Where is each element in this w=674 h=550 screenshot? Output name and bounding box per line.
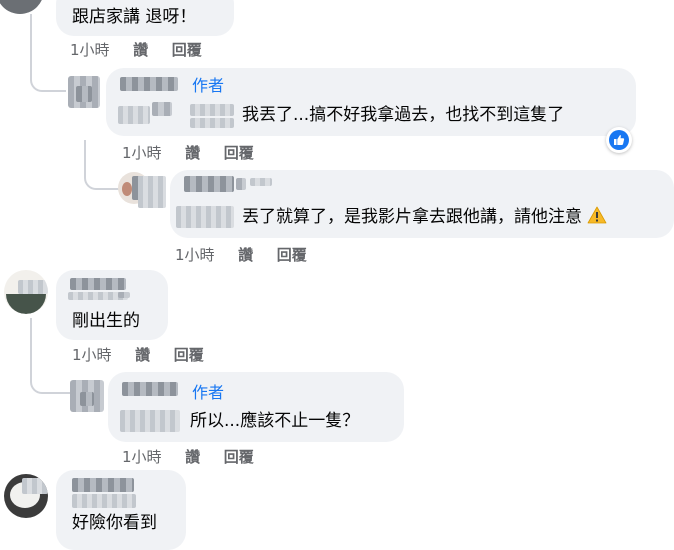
comment-actions: 1小時 讚 回覆 (122, 448, 254, 466)
mention-tag[interactable] (120, 410, 180, 432)
reply-button[interactable]: 回覆 (277, 246, 307, 264)
avatar-overlay (138, 176, 166, 208)
comment-actions: 1小時 讚 回覆 (72, 346, 204, 364)
comment-bubble: 剛出生的 (56, 270, 168, 340)
comment-text: 所以...應該不止一隻？ (190, 411, 360, 431)
comment-actions: 1小時 讚 回覆 (175, 246, 307, 264)
author-name[interactable] (70, 278, 126, 290)
like-button[interactable]: 讚 (133, 41, 148, 59)
author-badge: 作者 (192, 76, 225, 95)
comment-timestamp[interactable]: 1小時 (122, 144, 162, 162)
comment-text: 跟店家講 退呀！ (72, 7, 197, 27)
comment-timestamp[interactable]: 1小時 (175, 246, 215, 264)
reply-button[interactable]: 回覆 (174, 346, 204, 364)
comment-bubble: 好險你看到 (56, 470, 186, 550)
comment-timestamp[interactable]: 1小時 (70, 41, 110, 59)
avatar[interactable] (68, 76, 100, 108)
author-name[interactable] (184, 176, 234, 192)
comment-text: 丟了就算了，是我影片拿去跟他講，請他注意 (242, 206, 607, 230)
mention-tag[interactable] (152, 102, 172, 116)
author-name (250, 178, 272, 186)
comment-bubble: 作者 我丟了...搞不好我拿過去，也找不到這隻了 (106, 68, 636, 136)
comment-bubble: 作者 所以...應該不止一隻？ (108, 372, 404, 442)
comment-timestamp[interactable]: 1小時 (72, 346, 112, 364)
like-button[interactable]: 讚 (185, 144, 200, 162)
like-button[interactable]: 讚 (135, 346, 150, 364)
thread-line (84, 140, 120, 190)
comment-actions: 1小時 讚 回覆 (70, 41, 202, 59)
mention-tag[interactable] (176, 206, 234, 228)
author-badge: 作者 (192, 383, 225, 402)
author-name (118, 292, 130, 298)
reply-button[interactable]: 回覆 (224, 448, 254, 466)
reply-button[interactable]: 回覆 (224, 144, 254, 162)
comment-actions: 1小時 讚 回覆 (122, 144, 254, 162)
comment-text-body: 丟了就算了，是我影片拿去跟他講，請他注意 (242, 207, 582, 227)
author-name (72, 494, 136, 508)
comment-timestamp[interactable]: 1小時 (122, 448, 162, 466)
like-button[interactable]: 讚 (185, 448, 200, 466)
mention-tag[interactable] (190, 118, 234, 128)
comment-text: 剛出生的 (72, 311, 140, 331)
comment-bubble: 跟店家講 退呀！ (56, 0, 234, 36)
like-button[interactable]: 讚 (238, 246, 253, 264)
author-name[interactable] (122, 382, 178, 396)
comment-bubble: 丟了就算了，是我影片拿去跟他講，請他注意 (170, 170, 674, 238)
author-name[interactable] (72, 478, 134, 492)
comment-text: 我丟了...搞不好我拿過去，也找不到這隻了 (242, 105, 565, 125)
like-thumb-icon[interactable] (606, 127, 632, 153)
mention-tag[interactable] (190, 104, 234, 116)
avatar[interactable] (70, 380, 104, 412)
avatar[interactable] (4, 270, 48, 314)
avatar[interactable] (4, 474, 48, 518)
avatar[interactable] (0, 0, 44, 14)
author-name (236, 178, 246, 190)
reply-button[interactable]: 回覆 (172, 41, 202, 59)
author-name[interactable] (120, 77, 178, 91)
comment-text: 好險你看到 (72, 513, 157, 533)
warning-icon (587, 206, 607, 230)
mention-tag[interactable] (118, 106, 150, 124)
